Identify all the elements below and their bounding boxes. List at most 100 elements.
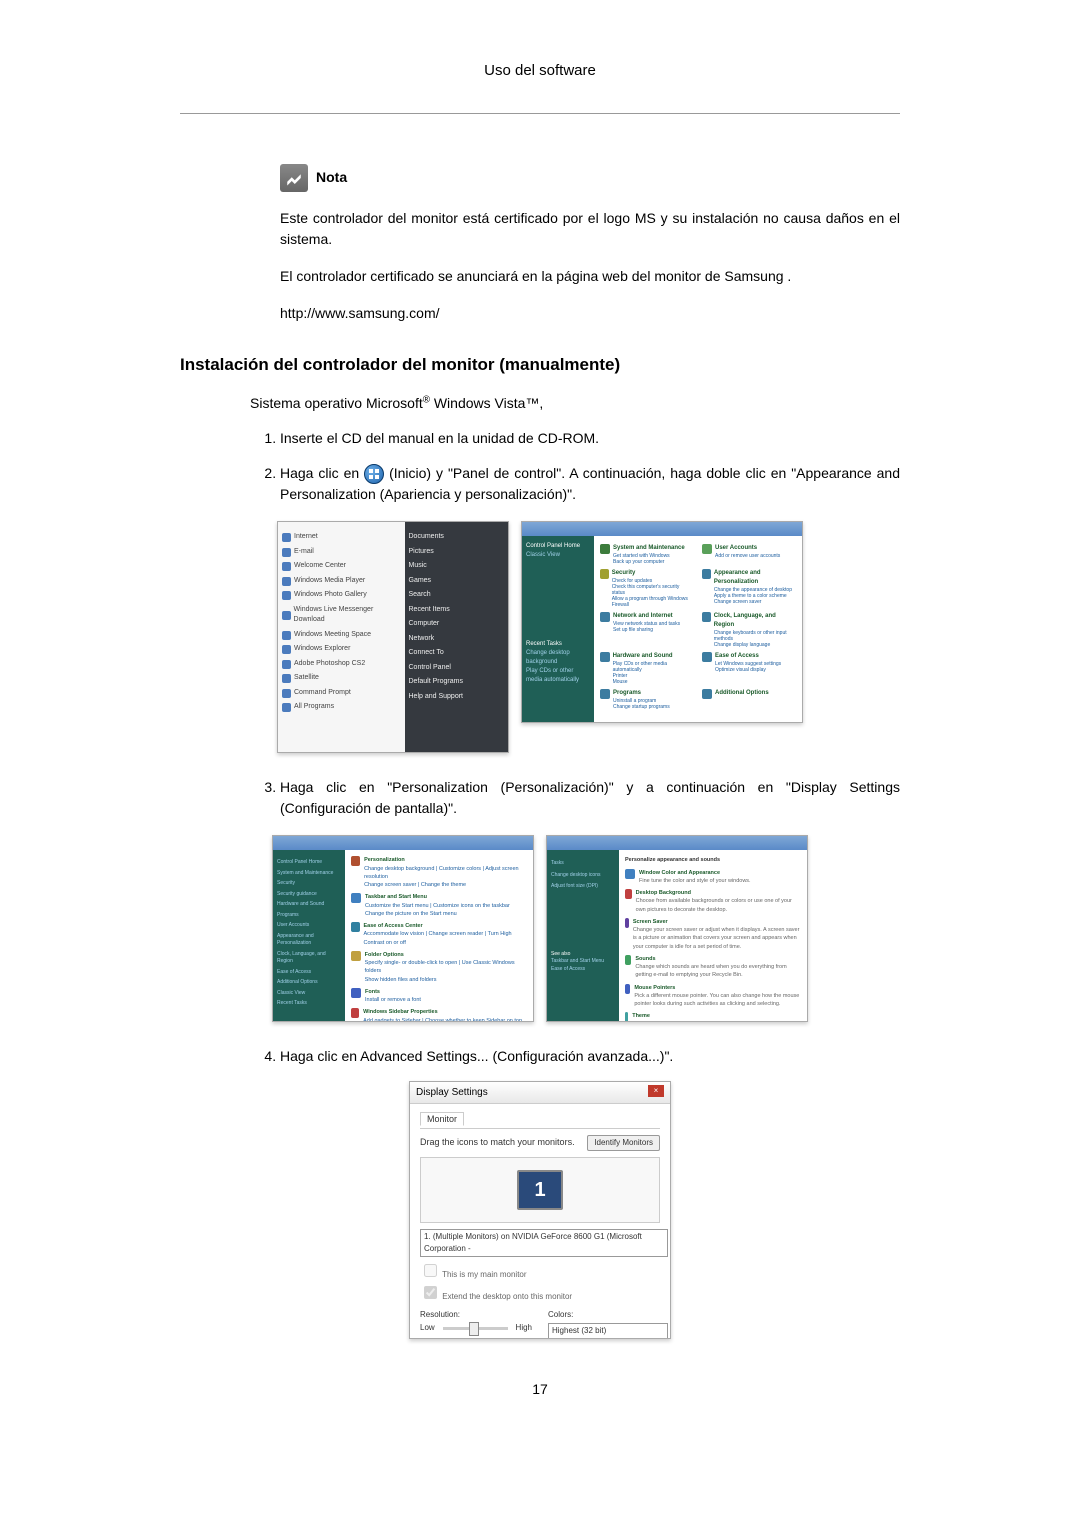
os-tail: Windows Vista™, bbox=[430, 395, 543, 411]
sidebar-link[interactable]: Control Panel Home bbox=[277, 859, 341, 867]
start-item[interactable]: Welcome Center bbox=[282, 561, 401, 572]
pers-header: Personalize appearance and sounds bbox=[625, 856, 801, 864]
step-4: Haga clic en Advanced Settings... (Confi… bbox=[280, 1046, 900, 1067]
screenshot-personalization: Tasks Change desktop icons Adjust font siz… bbox=[546, 835, 808, 1022]
header-rule bbox=[180, 113, 900, 114]
resolution-slider[interactable] bbox=[443, 1327, 508, 1330]
header-title: Uso del software bbox=[180, 60, 900, 83]
sidebar-link[interactable]: User Accounts bbox=[277, 922, 341, 930]
monitor-select[interactable]: 1. (Multiple Monitors) on NVIDIA GeForce… bbox=[420, 1229, 668, 1257]
start-item[interactable]: Network bbox=[409, 634, 505, 645]
personalization-item[interactable]: ThemeChange the theme. Themes can change… bbox=[625, 1012, 801, 1022]
start-item[interactable]: Windows Explorer bbox=[282, 644, 401, 655]
cp-category[interactable]: Appearance and PersonalizationChange the… bbox=[702, 569, 796, 608]
sidebar-link[interactable]: Security guidance bbox=[277, 891, 341, 899]
tab-monitor[interactable]: Monitor bbox=[420, 1112, 464, 1126]
sidebar-link[interactable]: Adjust font size (DPI) bbox=[551, 883, 615, 891]
screenshot-appearance: Control Panel Home System and Maintenance… bbox=[272, 835, 534, 1022]
cp-category[interactable]: Additional Options bbox=[702, 689, 796, 710]
screenshot-control-panel: Control Panel Home Classic View Recent T… bbox=[521, 521, 803, 723]
cp-side1: Change desktop background bbox=[526, 649, 590, 667]
appearance-item[interactable]: Folder OptionsSpecify single- or double-… bbox=[351, 951, 527, 984]
personalization-item[interactable]: SoundsChange which sounds are heard when… bbox=[625, 955, 801, 980]
cp-category[interactable]: Hardware and SoundPlay CDs or other medi… bbox=[600, 652, 694, 685]
cp-category[interactable]: Network and InternetView network status … bbox=[600, 612, 694, 648]
sidebar-link[interactable]: Security bbox=[277, 880, 341, 888]
os-line: Sistema operativo Microsoft® Windows Vis… bbox=[250, 393, 900, 414]
start-item[interactable]: Control Panel bbox=[409, 663, 505, 674]
page-number: 17 bbox=[180, 1379, 900, 1400]
chk-main bbox=[424, 1264, 437, 1277]
sidebar-link[interactable]: System and Maintenance bbox=[277, 870, 341, 878]
sidebar-link[interactable]: Additional Options bbox=[277, 979, 341, 987]
disp-title: Display Settings bbox=[416, 1085, 488, 1100]
start-item[interactable]: Documents bbox=[409, 532, 505, 543]
sidebar-link[interactable]: Change desktop icons bbox=[551, 872, 615, 880]
appearance-item[interactable]: PersonalizationChange desktop background… bbox=[351, 856, 527, 889]
start-item[interactable]: Default Programs bbox=[409, 677, 505, 688]
sidebar-link[interactable]: Recent Tasks bbox=[277, 1000, 341, 1008]
start-item[interactable]: Windows Live Messenger Download bbox=[282, 605, 401, 626]
start-item[interactable]: Music bbox=[409, 561, 505, 572]
cp-category[interactable]: Ease of AccessLet Windows suggest settin… bbox=[702, 652, 796, 685]
note-icon bbox=[280, 164, 308, 192]
cp-category[interactable]: ProgramsUninstall a programChange startu… bbox=[600, 689, 694, 710]
cp-home: Control Panel Home bbox=[526, 542, 590, 551]
reg-mark: ® bbox=[423, 394, 430, 405]
appearance-item[interactable]: Taskbar and Start MenuCustomize the Star… bbox=[351, 893, 527, 918]
start-orb-icon bbox=[364, 464, 384, 484]
personalization-item[interactable]: Window Color and AppearanceFine tune the… bbox=[625, 869, 801, 886]
start-item[interactable]: Help and Support bbox=[409, 692, 505, 703]
step-2: Haga clic en (Inicio) y "Panel de contro… bbox=[280, 463, 900, 505]
sidebar-link[interactable]: Appearance and Personalization bbox=[277, 933, 341, 948]
sidebar-link[interactable]: Clock, Language, and Region bbox=[277, 951, 341, 966]
cp-recent: Recent Tasks bbox=[526, 640, 590, 649]
start-item[interactable]: Windows Meeting Space bbox=[282, 630, 401, 641]
monitor-icon[interactable]: 1 bbox=[517, 1170, 563, 1210]
cp-category[interactable]: System and MaintenanceGet started with W… bbox=[600, 544, 694, 565]
note-paragraph-2: El controlador certificado se anunciará … bbox=[280, 266, 900, 287]
start-item[interactable]: Computer bbox=[409, 619, 505, 630]
close-icon[interactable]: × bbox=[648, 1085, 664, 1097]
sidebar-link[interactable]: Programs bbox=[277, 912, 341, 920]
sidebar-link[interactable]: Classic View bbox=[277, 990, 341, 998]
cp-classic: Classic View bbox=[526, 551, 590, 560]
res-value: 1280 by 1024 pixels bbox=[420, 1336, 532, 1340]
note-paragraph-1: Este controlador del monitor está certif… bbox=[280, 208, 900, 250]
res-high: High bbox=[516, 1322, 532, 1334]
step-2a: Haga clic en bbox=[280, 465, 364, 481]
cp-category[interactable]: SecurityCheck for updatesCheck this comp… bbox=[600, 569, 694, 608]
start-item[interactable]: Internet bbox=[282, 532, 401, 543]
colors-label: Colors: bbox=[548, 1309, 660, 1321]
sidebar-link[interactable]: Hardware and Sound bbox=[277, 901, 341, 909]
start-item[interactable]: Connect To bbox=[409, 648, 505, 659]
start-item[interactable]: Command Prompt bbox=[282, 688, 401, 699]
start-item[interactable]: All Programs bbox=[282, 702, 401, 713]
start-item[interactable]: Adobe Photoshop CS2 bbox=[282, 659, 401, 670]
identify-monitors-button[interactable]: Identify Monitors bbox=[587, 1135, 660, 1151]
cp-category[interactable]: User AccountsAdd or remove user accounts bbox=[702, 544, 796, 565]
screenshot-display-settings: Display Settings × Monitor Drag the icon… bbox=[409, 1081, 671, 1339]
os-text: Sistema operativo Microsoft bbox=[250, 395, 423, 411]
step-1: Inserte el CD del manual en la unidad de… bbox=[280, 428, 900, 449]
appearance-item[interactable]: Ease of Access CenterAccommodate low vis… bbox=[351, 922, 527, 947]
appearance-item[interactable]: Windows Sidebar PropertiesAdd gadgets to… bbox=[351, 1008, 527, 1022]
start-item[interactable]: Games bbox=[409, 576, 505, 587]
start-item[interactable]: Windows Photo Gallery bbox=[282, 590, 401, 601]
appearance-item[interactable]: FontsInstall or remove a font bbox=[351, 988, 527, 1005]
start-item[interactable]: Pictures bbox=[409, 547, 505, 558]
screenshot-start-menu: Internet E-mail Welcome Center Windows Medi… bbox=[277, 521, 509, 753]
start-item[interactable]: Windows Media Player bbox=[282, 576, 401, 587]
cp-category[interactable]: Clock, Language, and RegionChange keyboa… bbox=[702, 612, 796, 648]
start-item[interactable]: E-mail bbox=[282, 547, 401, 558]
sidebar-link[interactable]: Tasks bbox=[551, 860, 615, 868]
start-item[interactable]: Satellite bbox=[282, 673, 401, 684]
personalization-item[interactable]: Screen SaverChange your screen saver or … bbox=[625, 918, 801, 951]
personalization-item[interactable]: Mouse PointersPick a different mouse poi… bbox=[625, 984, 801, 1009]
colors-select[interactable]: Highest (32 bit) bbox=[548, 1323, 668, 1339]
start-item[interactable]: Recent Items bbox=[409, 605, 505, 616]
personalization-item[interactable]: Desktop BackgroundChoose from available … bbox=[625, 889, 801, 914]
sidebar-link[interactable]: Ease of Access bbox=[277, 969, 341, 977]
start-item[interactable]: Search bbox=[409, 590, 505, 601]
disp-drag-label: Drag the icons to match your monitors. bbox=[420, 1136, 575, 1150]
